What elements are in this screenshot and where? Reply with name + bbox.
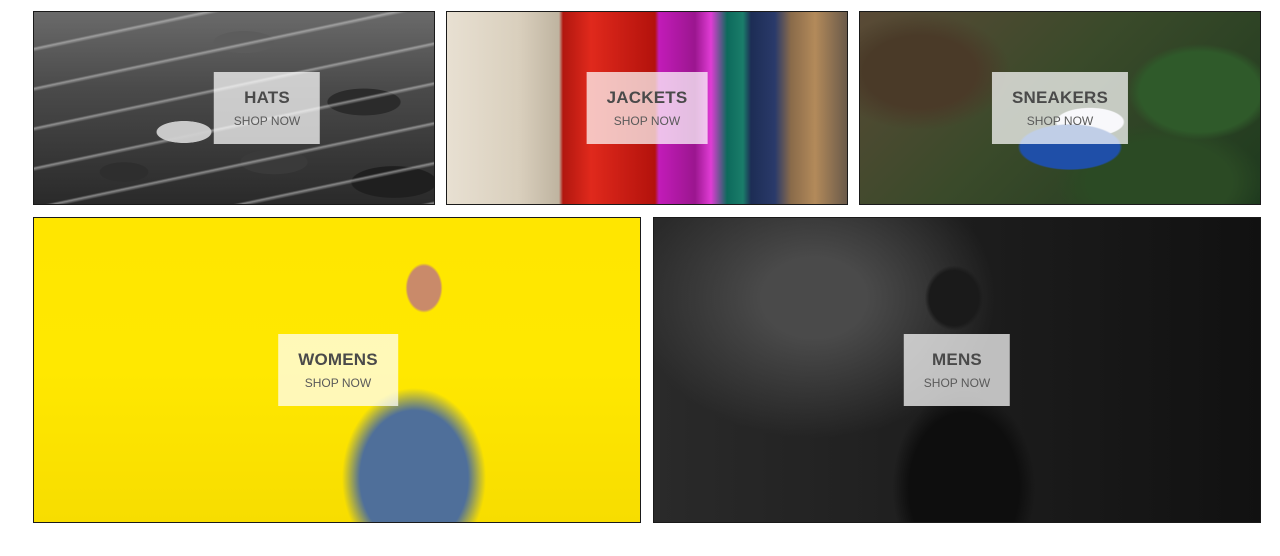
category-tile-hats[interactable]: HATS SHOP NOW: [33, 11, 435, 205]
category-label-box[interactable]: WOMENS SHOP NOW: [278, 334, 398, 406]
category-tile-jackets[interactable]: JACKETS SHOP NOW: [446, 11, 848, 205]
category-directory: HATS SHOP NOW JACKETS SHOP NOW SNEAKERS …: [0, 0, 1280, 556]
shop-now-link[interactable]: SHOP NOW: [234, 114, 300, 128]
shop-now-link[interactable]: SHOP NOW: [924, 376, 990, 390]
shop-now-link[interactable]: SHOP NOW: [305, 376, 371, 390]
category-label-box[interactable]: SNEAKERS SHOP NOW: [991, 72, 1129, 144]
category-tile-womens[interactable]: WOMENS SHOP NOW: [33, 217, 641, 523]
category-title: SNEAKERS: [1011, 88, 1109, 107]
category-label-box[interactable]: HATS SHOP NOW: [213, 72, 321, 144]
category-label-box[interactable]: JACKETS SHOP NOW: [586, 72, 708, 144]
shop-now-link[interactable]: SHOP NOW: [614, 114, 680, 128]
category-label-box[interactable]: MENS SHOP NOW: [903, 334, 1011, 406]
category-tile-sneakers[interactable]: SNEAKERS SHOP NOW: [859, 11, 1261, 205]
category-title: JACKETS: [606, 88, 688, 107]
category-title: MENS: [932, 350, 982, 369]
shop-now-link[interactable]: SHOP NOW: [1027, 114, 1093, 128]
category-title: HATS: [244, 88, 290, 107]
category-tile-mens[interactable]: MENS SHOP NOW: [653, 217, 1261, 523]
category-title: WOMENS: [298, 350, 378, 369]
